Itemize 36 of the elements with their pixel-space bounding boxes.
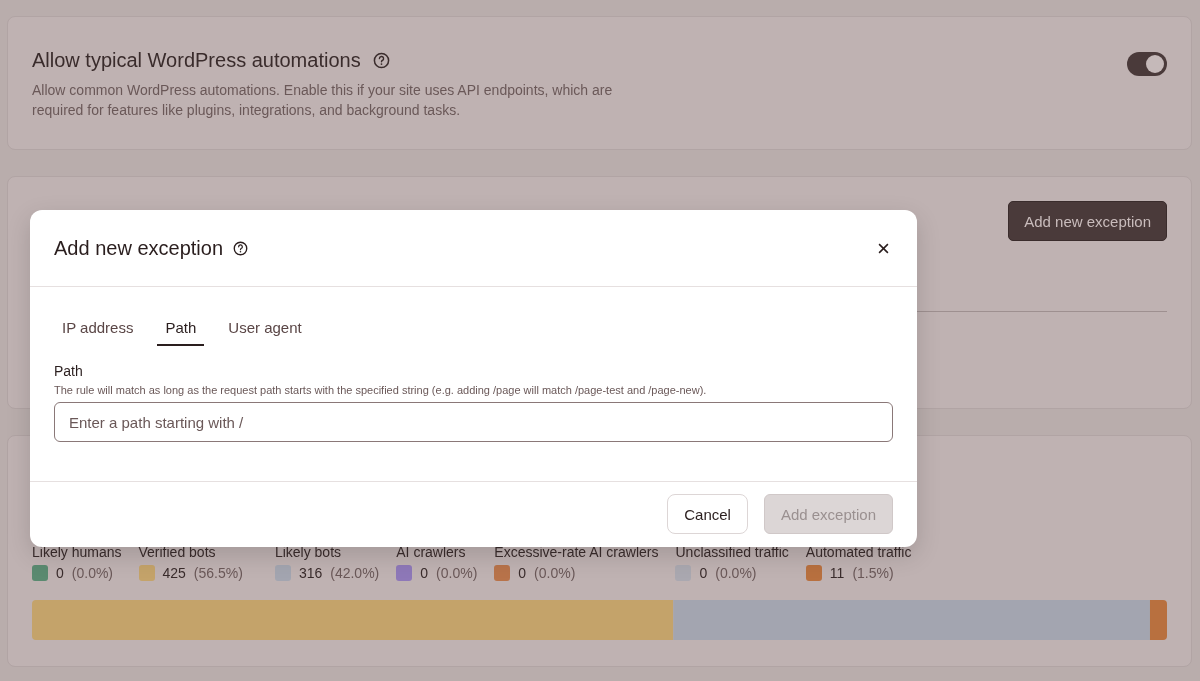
toggle-switch[interactable] [1127, 52, 1167, 76]
legend-label: Likely bots [274, 544, 343, 560]
legend-percent: (56.5%) [193, 565, 243, 581]
field-label: Path [54, 363, 84, 379]
legend-count: 0 [518, 565, 527, 581]
setting-description: Allow common WordPress automations. Enable this if your site uses API endpoints, which are required for features like plugins, integrations, and background tasks. [32, 81, 614, 120]
close-icon[interactable] [878, 242, 889, 254]
help-icon[interactable] [372, 52, 390, 69]
legend-label: Automated traffic [805, 544, 912, 560]
legend-label: Unclassified traffic [675, 544, 789, 560]
cancel-button[interactable]: Cancel [667, 494, 748, 534]
tab[interactable]: IP address [54, 311, 142, 346]
dialog-title: Add new exception [54, 236, 223, 260]
field-hint: The rule will match as long as the request path starts with the specified string (e.g. adding /page will match /page-test and /page-new). [54, 384, 708, 396]
legend-count: 0 [56, 565, 64, 581]
legend-label: Verified bots [138, 544, 217, 560]
help-icon[interactable] [233, 240, 248, 256]
legend-percent: (0.0%) [715, 565, 757, 581]
add-exception-button[interactable]: Add new exception [1008, 201, 1167, 241]
path-input[interactable]: Enter a path starting with / [54, 402, 893, 442]
legend-label: Excessive-rate AI crawlers [494, 544, 659, 560]
legend-percent: (0.0%) [436, 565, 478, 581]
legend-count: 425 [162, 565, 186, 581]
legend-percent: (42.0%) [330, 565, 380, 581]
tab[interactable]: User agent [220, 311, 310, 346]
legend-count: 316 [298, 565, 323, 581]
legend-count: 0 [699, 565, 708, 581]
legend-percent: (0.0%) [534, 565, 576, 581]
legend-percent: (1.5%) [852, 565, 894, 581]
legend-percent: (0.0%) [71, 565, 114, 581]
tab[interactable]: Path [157, 311, 205, 346]
legend-count: 0 [420, 565, 429, 581]
legend-label: Likely humans [32, 544, 122, 560]
legend-count: 11 [829, 565, 845, 581]
setting-title: Allow typical WordPress automations [32, 49, 361, 72]
legend-label: AI crawlers [396, 544, 467, 560]
